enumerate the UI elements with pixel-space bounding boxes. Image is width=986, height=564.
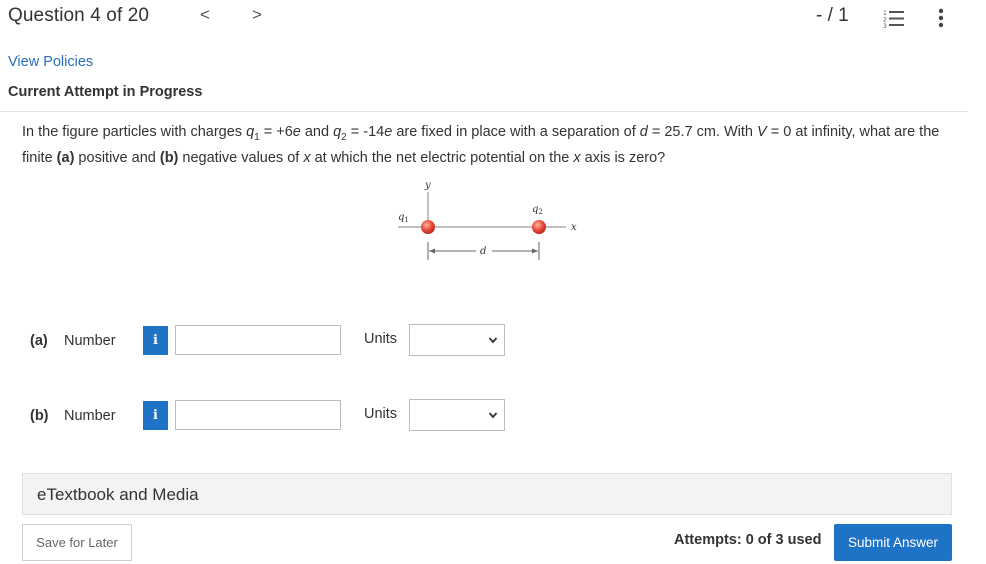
submit-answer-button[interactable]: Submit Answer <box>834 524 952 561</box>
y-axis-label: y <box>424 180 431 191</box>
divider <box>0 111 968 112</box>
question-score: - / 1 <box>816 5 849 26</box>
part-a-info-button[interactable]: i <box>143 326 168 355</box>
part-b-number-input[interactable] <box>175 400 341 430</box>
charge-q1 <box>421 220 435 234</box>
etextbook-media-panel[interactable]: eTextbook and Media <box>22 473 952 515</box>
save-for-later-button[interactable]: Save for Later <box>22 524 132 561</box>
q2-label: q2 <box>532 204 543 216</box>
question-text: In the figure particles with charges q1 … <box>22 124 940 166</box>
question-counter: Question 4 of 20 <box>8 5 150 26</box>
numbered-list-icon[interactable]: 1 2 3 <box>883 9 905 29</box>
part-b-number-label: Number <box>64 408 116 424</box>
part-b-units-select[interactable] <box>409 399 505 431</box>
x-axis-label: x <box>571 222 577 233</box>
part-b-label: (b) <box>30 408 49 424</box>
attempts-used-text: Attempts: 0 of 3 used <box>674 532 822 548</box>
prev-question-button[interactable]: < <box>200 5 210 25</box>
part-b-info-button[interactable]: i <box>143 401 168 430</box>
q1-label: q1 <box>398 212 409 224</box>
next-question-button[interactable]: > <box>252 5 262 25</box>
attempt-status: Current Attempt in Progress <box>8 84 203 100</box>
chevron-down-icon <box>488 337 498 344</box>
chevron-down-icon <box>488 412 498 419</box>
part-b-units-label: Units <box>364 406 398 422</box>
part-a-label: (a) <box>30 333 48 349</box>
part-a-units-select[interactable] <box>409 324 505 356</box>
svg-text:3: 3 <box>883 23 887 29</box>
vertical-ellipsis-icon[interactable] <box>936 7 946 29</box>
charge-q2 <box>532 220 546 234</box>
d-label: d <box>480 246 486 257</box>
view-policies-link[interactable]: View Policies <box>8 54 93 70</box>
part-a-units-label: Units <box>364 331 398 347</box>
part-a-number-label: Number <box>64 333 116 349</box>
charges-figure: y x q1 q2 d <box>398 180 577 260</box>
part-a-number-input[interactable] <box>175 325 341 355</box>
